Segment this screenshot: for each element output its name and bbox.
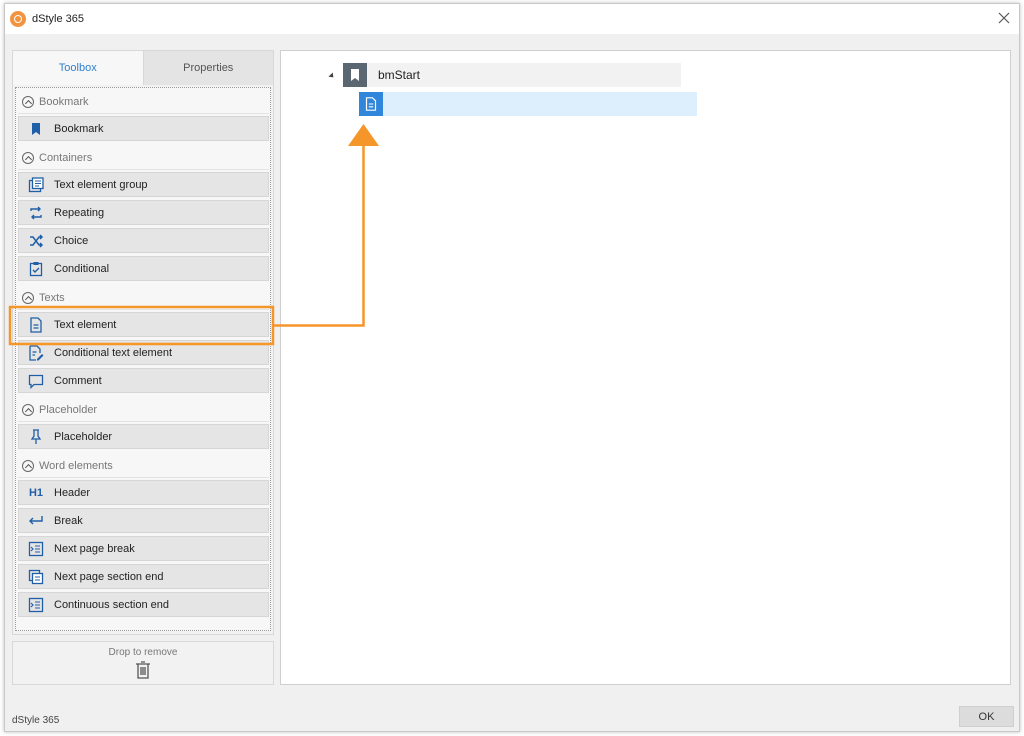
window-title: dStyle 365 bbox=[32, 13, 84, 25]
toolbox-list: Bookmark Bookmark Containers Text elemen… bbox=[15, 87, 271, 631]
toolbox-item-conditional-text-element[interactable]: Conditional text element bbox=[18, 340, 269, 365]
toolbox-item-text-element[interactable]: Text element bbox=[18, 312, 269, 337]
toolbox-item-comment[interactable]: Comment bbox=[18, 368, 269, 393]
return-arrow-icon bbox=[28, 513, 44, 529]
collapse-icon bbox=[22, 151, 34, 164]
document-icon bbox=[28, 316, 44, 333]
dialog-window: dStyle 365 Toolbox Properties Bookmark B… bbox=[4, 3, 1020, 732]
toolbox-item-placeholder[interactable]: Placeholder bbox=[18, 424, 269, 449]
collapse-icon bbox=[22, 291, 34, 304]
item-label: Placeholder bbox=[54, 430, 113, 443]
toolbox-item-conditional[interactable]: Conditional bbox=[18, 256, 269, 281]
toolbox-item-bookmark[interactable]: Bookmark bbox=[18, 116, 269, 141]
close-icon[interactable] bbox=[997, 11, 1011, 25]
drop-zone-label: Drop to remove bbox=[108, 647, 178, 658]
document-icon bbox=[359, 92, 383, 116]
collapse-icon bbox=[22, 95, 34, 108]
item-label: Text element group bbox=[54, 178, 148, 191]
trash-icon bbox=[136, 661, 150, 679]
drop-to-remove-zone[interactable]: Drop to remove bbox=[12, 641, 274, 685]
toolbox-item-choice[interactable]: Choice bbox=[18, 228, 269, 253]
item-label: Continuous section end bbox=[54, 598, 169, 611]
item-label: Comment bbox=[54, 374, 102, 387]
repeat-icon bbox=[28, 205, 44, 221]
text-group-icon bbox=[28, 176, 44, 193]
comment-icon bbox=[28, 373, 44, 389]
toolbox-panel: Toolbox Properties Bookmark Bookmark Con… bbox=[12, 50, 274, 635]
tree-node-label: bmStart bbox=[378, 68, 421, 82]
pin-icon bbox=[28, 428, 44, 445]
section-word-elements[interactable]: Word elements bbox=[18, 454, 269, 478]
shuffle-icon bbox=[28, 233, 44, 249]
toolbox-item-break[interactable]: Break bbox=[18, 508, 269, 533]
item-label: Next page section end bbox=[54, 570, 164, 583]
section-label: Placeholder bbox=[39, 403, 98, 416]
toolbox-item-text-element-group[interactable]: Text element group bbox=[18, 172, 269, 197]
section-end-icon bbox=[28, 569, 44, 585]
toolbox-item-repeating[interactable]: Repeating bbox=[18, 200, 269, 225]
document-tree-panel: bmStart bbox=[280, 50, 1011, 685]
item-label: Break bbox=[54, 514, 83, 527]
item-label: Conditional text element bbox=[54, 346, 173, 359]
tree-node-bmstart[interactable]: bmStart bbox=[343, 63, 681, 87]
section-label: Bookmark bbox=[39, 95, 89, 108]
title-bar: dStyle 365 bbox=[5, 4, 1019, 34]
section-placeholder[interactable]: Placeholder bbox=[18, 398, 269, 422]
expand-caret-icon[interactable] bbox=[328, 72, 336, 80]
panel-tabs: Toolbox Properties bbox=[13, 51, 273, 85]
item-label: Conditional bbox=[54, 262, 110, 275]
ok-button[interactable]: OK bbox=[959, 706, 1014, 727]
toolbox-item-next-page-section-end[interactable]: Next page section end bbox=[18, 564, 269, 589]
app-logo-icon bbox=[10, 11, 26, 27]
continuous-section-icon bbox=[28, 597, 44, 613]
toolbox-item-continuous-section-end[interactable]: Continuous section end bbox=[18, 592, 269, 617]
section-label: Containers bbox=[39, 151, 93, 164]
toolbox-item-header[interactable]: H1 Header bbox=[18, 480, 269, 505]
item-label: Header bbox=[54, 486, 91, 499]
section-bookmark[interactable]: Bookmark bbox=[18, 90, 269, 114]
section-label: Texts bbox=[39, 291, 65, 304]
item-label: Choice bbox=[54, 234, 89, 247]
tree-node-text-element[interactable] bbox=[359, 92, 697, 116]
section-texts[interactable]: Texts bbox=[18, 286, 269, 310]
bookmark-icon bbox=[343, 63, 367, 87]
item-label: Text element bbox=[54, 318, 117, 331]
tab-toolbox[interactable]: Toolbox bbox=[13, 51, 143, 85]
item-label: Repeating bbox=[54, 206, 105, 219]
tab-properties[interactable]: Properties bbox=[142, 51, 273, 85]
section-label: Word elements bbox=[39, 459, 113, 472]
toolbox-item-next-page-break[interactable]: Next page break bbox=[18, 536, 269, 561]
page-break-icon bbox=[28, 541, 44, 557]
item-label: Bookmark bbox=[54, 122, 104, 135]
status-text: dStyle 365 bbox=[12, 715, 60, 726]
section-containers[interactable]: Containers bbox=[18, 146, 269, 170]
item-label: Next page break bbox=[54, 542, 135, 555]
collapse-icon bbox=[22, 403, 34, 416]
clipboard-check-icon bbox=[28, 261, 44, 277]
document-edit-icon bbox=[28, 344, 44, 361]
collapse-icon bbox=[22, 459, 34, 472]
bookmark-icon bbox=[28, 121, 44, 137]
heading-icon: H1 bbox=[28, 486, 44, 499]
